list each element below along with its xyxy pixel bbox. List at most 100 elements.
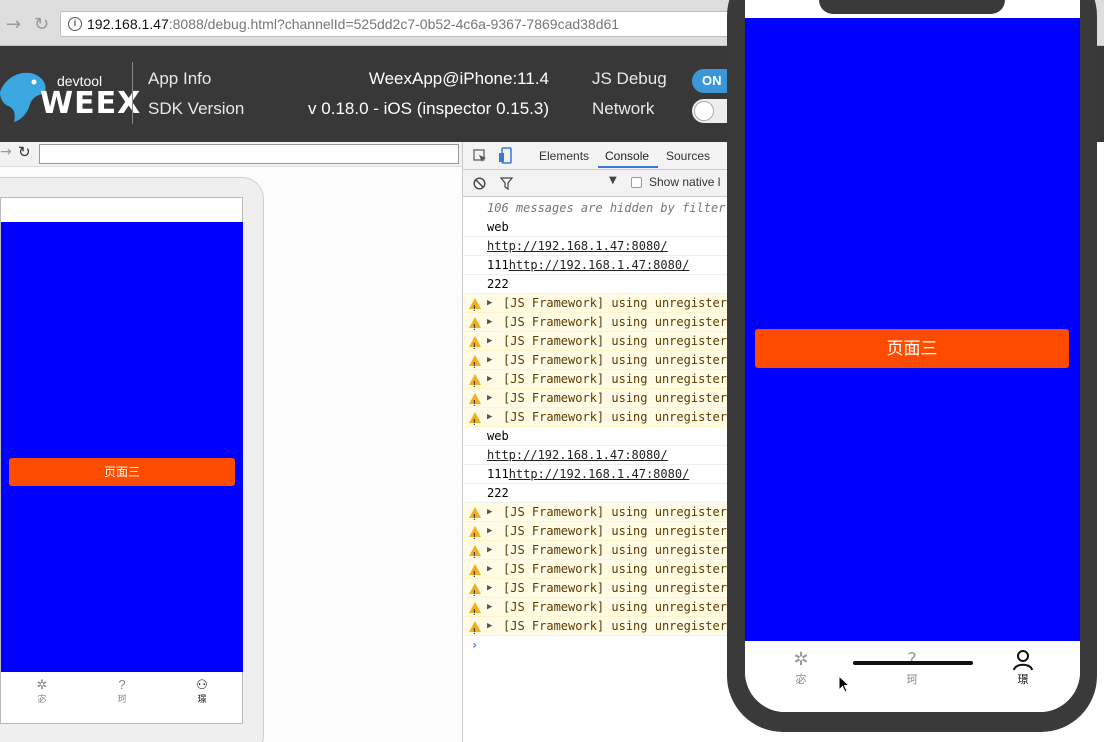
expand-arrow-icon[interactable]: ▶ <box>487 313 492 331</box>
console-log-row: 111http://192.168.1.47:8080/ <box>463 465 732 484</box>
warning-icon <box>469 564 481 578</box>
console-message-text: [JS Framework] using unregistere <box>503 334 732 348</box>
expand-arrow-icon[interactable]: ▶ <box>487 351 492 369</box>
preview-browser-bar: → ↻ <box>0 142 462 167</box>
forward-icon[interactable]: → <box>6 14 21 35</box>
console-message-text: 222 <box>487 277 509 291</box>
console-message-text: [JS Framework] using unregistere <box>503 296 732 310</box>
console-message-text: 111http://192.168.1.47:8080/ <box>487 467 690 481</box>
console-message-text: [JS Framework] using unregistere <box>503 562 732 576</box>
warning-icon <box>469 317 481 331</box>
console-message-text: 222 <box>487 486 509 500</box>
console-warning-row[interactable]: ▶ [JS Framework] using unregistere <box>463 332 732 351</box>
console-message-text: [JS Framework] using unregistere <box>503 505 732 519</box>
app-info-value: WeexApp@iPhone:11.4 <box>368 69 549 88</box>
console-message-text: [JS Framework] using unregistere <box>503 315 732 329</box>
filter-icon[interactable] <box>500 177 513 190</box>
expand-arrow-icon[interactable]: ▶ <box>487 332 492 350</box>
console-message-text: [JS Framework] using unregistere <box>503 543 732 557</box>
console-message-text: [JS Framework] using unregistere <box>503 619 732 633</box>
tab-item-1[interactable]: ✲ 宓 <box>27 678 57 705</box>
inspect-element-icon[interactable] <box>473 149 487 163</box>
expand-arrow-icon[interactable]: ▶ <box>487 503 492 521</box>
console-warning-row[interactable]: ▶ [JS Framework] using unregistere <box>463 408 732 427</box>
expand-arrow-icon[interactable]: ▶ <box>487 522 492 540</box>
tab-sources[interactable]: Sources <box>666 149 710 163</box>
console-link[interactable]: http://192.168.1.47:8080/ <box>509 467 690 481</box>
console-link[interactable]: http://192.168.1.47:8080/ <box>487 239 668 253</box>
show-native-checkbox[interactable] <box>631 177 642 188</box>
console-warning-row[interactable]: ▶ [JS Framework] using unregistere <box>463 522 732 541</box>
console-message-text: [JS Framework] using unregistere <box>503 600 732 614</box>
js-debug-toggle-state: ON <box>702 73 722 88</box>
address-bar[interactable]: i 192.168.1.47:8088/debug.html?channelId… <box>60 11 730 37</box>
expand-arrow-icon[interactable]: ▶ <box>487 541 492 559</box>
warning-icon <box>469 583 481 597</box>
reload-icon[interactable]: ↻ <box>18 143 31 161</box>
warning-icon <box>469 545 481 559</box>
tab-elements[interactable]: Elements <box>539 149 589 163</box>
console-message-text: [JS Framework] using unregistere <box>503 524 732 538</box>
expand-arrow-icon[interactable]: ▶ <box>487 579 492 597</box>
sdk-version-value: v 0.18.0 - iOS (inspector 0.15.3) <box>308 99 549 118</box>
console-warning-row[interactable]: ▶ [JS Framework] using unregistere <box>463 370 732 389</box>
tab-item-3[interactable]: 璟 <box>1003 649 1043 687</box>
console-output[interactable]: 106 messages are hidden by filter web htt… <box>462 197 732 742</box>
reload-icon[interactable]: ↻ <box>34 14 49 35</box>
console-log-row: http://192.168.1.47:8080/ <box>463 237 732 256</box>
console-warning-row[interactable]: ▶ [JS Framework] using unregistere <box>463 313 732 332</box>
page-body: 页面三 <box>745 18 1080 641</box>
page-three-button[interactable]: 页面三 <box>9 458 235 486</box>
console-warning-row[interactable]: ▶ [JS Framework] using unregistere <box>463 598 732 617</box>
question-icon: ? <box>907 649 917 670</box>
active-tab-indicator <box>598 166 658 168</box>
tab-console[interactable]: Console <box>605 149 649 163</box>
console-log-row: 111http://192.168.1.47:8080/ <box>463 256 732 275</box>
dropdown-arrow-icon[interactable]: ▼ <box>609 175 617 186</box>
console-log-row: web <box>463 218 732 237</box>
console-link[interactable]: http://192.168.1.47:8080/ <box>487 448 668 462</box>
expand-arrow-icon[interactable]: ▶ <box>487 560 492 578</box>
iphone-simulator: 页面三 ✲ 宓 ? 珂 璟 <box>727 0 1097 732</box>
page-three-button[interactable]: 页面三 <box>755 329 1069 368</box>
tab-item-2[interactable]: ? 珂 <box>107 678 137 705</box>
warning-icon <box>469 393 481 407</box>
network-label: Network <box>592 99 655 118</box>
warning-icon <box>469 526 481 540</box>
devtools-tabbar: Elements Console Sources <box>462 142 732 170</box>
tab-item-1[interactable]: ✲ 宓 <box>781 649 821 687</box>
tab-item-3[interactable]: ⚇ 璟 <box>187 678 217 705</box>
console-warning-row[interactable]: ▶ [JS Framework] using unregistere <box>463 351 732 370</box>
console-prompt[interactable]: › <box>463 636 732 655</box>
device-toggle-icon[interactable] <box>499 147 513 164</box>
tab-label-3: 璟 <box>1017 674 1029 686</box>
warning-icon <box>469 298 481 312</box>
expand-arrow-icon[interactable]: ▶ <box>487 598 492 616</box>
warning-icon <box>469 336 481 350</box>
expand-arrow-icon[interactable]: ▶ <box>487 408 492 426</box>
console-warning-row[interactable]: ▶ [JS Framework] using unregistere <box>463 560 732 579</box>
tab-label-1: 宓 <box>37 694 47 704</box>
forward-icon[interactable]: → <box>0 144 12 160</box>
console-link[interactable]: http://192.168.1.47:8080/ <box>509 258 690 272</box>
expand-arrow-icon[interactable]: ▶ <box>487 370 492 388</box>
console-warning-row[interactable]: ▶ [JS Framework] using unregistere <box>463 617 732 636</box>
preview-url-input[interactable] <box>39 144 459 164</box>
expand-arrow-icon[interactable]: ▶ <box>487 294 492 312</box>
console-warning-row[interactable]: ▶ [JS Framework] using unregistere <box>463 503 732 522</box>
info-icon[interactable]: i <box>68 17 82 31</box>
console-warning-row[interactable]: ▶ [JS Framework] using unregistere <box>463 294 732 313</box>
clear-console-icon[interactable] <box>473 177 486 190</box>
console-warning-row[interactable]: ▶ [JS Framework] using unregistere <box>463 389 732 408</box>
tab-label-2: 珂 <box>906 674 918 686</box>
expand-arrow-icon[interactable]: ▶ <box>487 617 492 635</box>
hidden-messages-note: 106 messages are hidden by filter <box>487 201 726 215</box>
console-message-text: [JS Framework] using unregistere <box>503 410 732 424</box>
console-warning-row[interactable]: ▶ [JS Framework] using unregistere <box>463 579 732 598</box>
tab-item-2[interactable]: ? 珂 <box>892 649 932 687</box>
prompt-chevron-icon: › <box>471 638 479 652</box>
aperture-icon: ✲ <box>36 677 48 692</box>
url-path: :8088/debug.html?channelId=525dd2c7-0b52… <box>168 16 620 32</box>
expand-arrow-icon[interactable]: ▶ <box>487 389 492 407</box>
console-warning-row[interactable]: ▶ [JS Framework] using unregistere <box>463 541 732 560</box>
